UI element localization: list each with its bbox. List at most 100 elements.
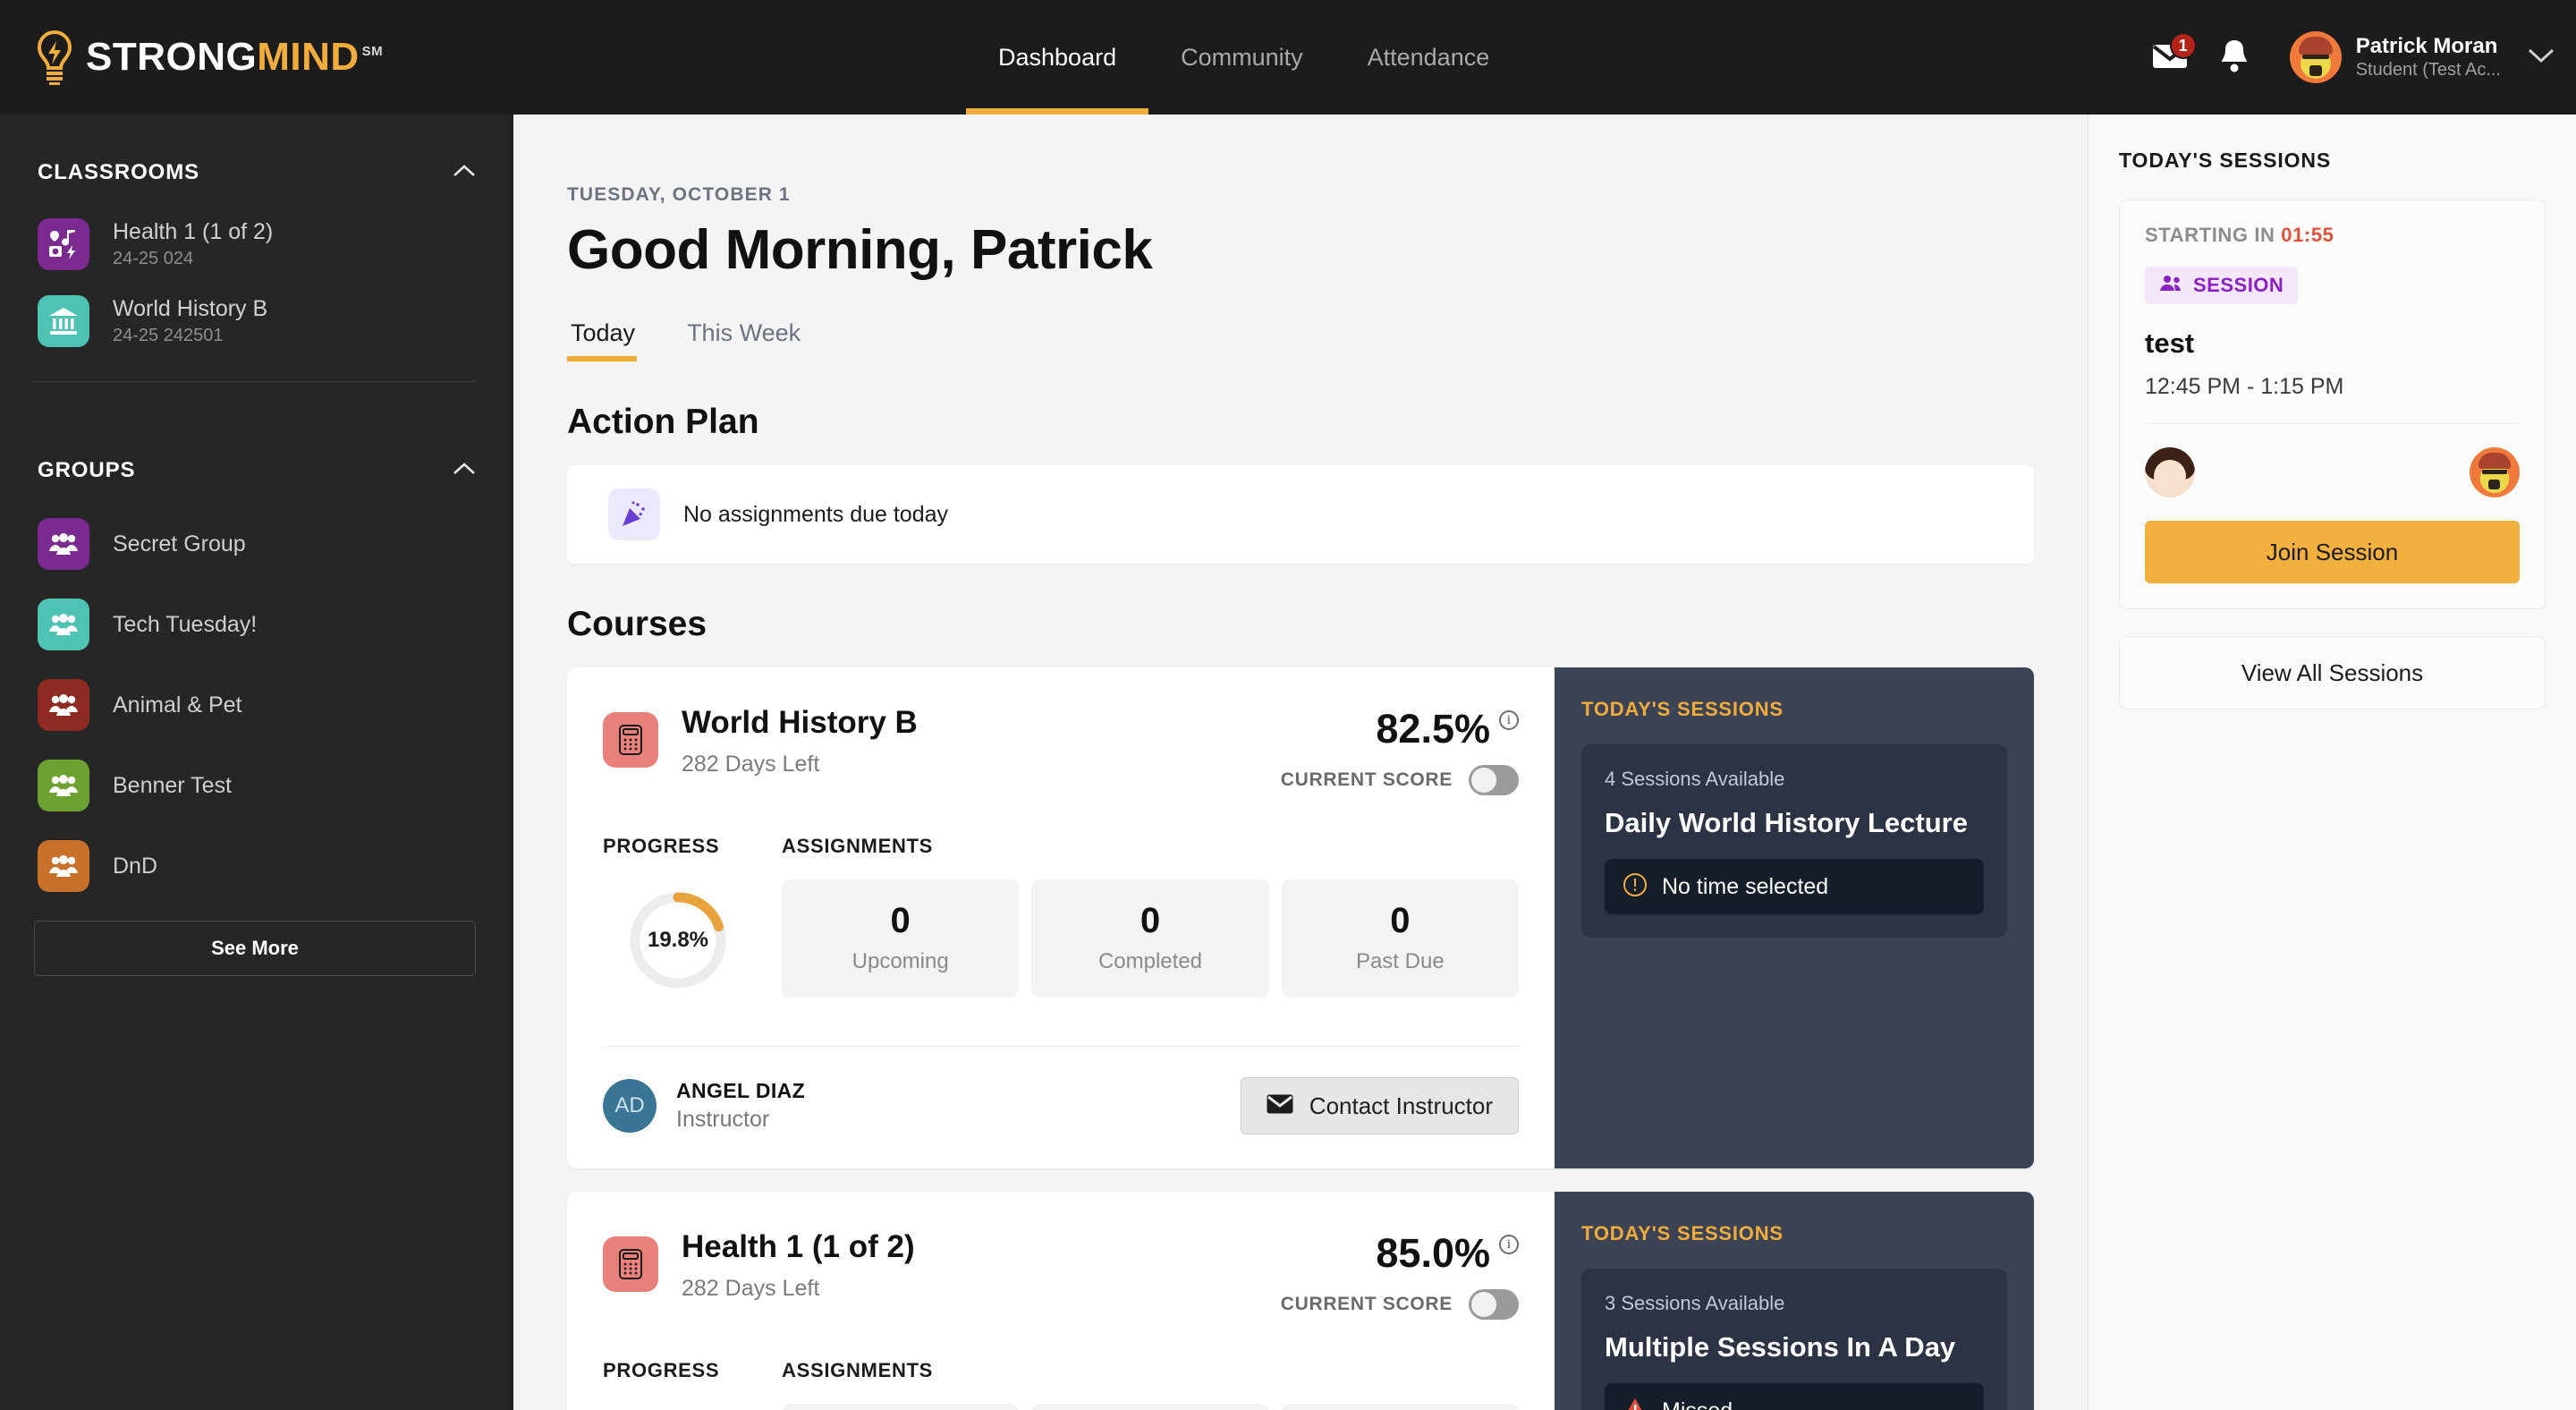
sidebar-item-benner-test-label: Benner Test (113, 772, 232, 798)
top-right-controls: 1 Patrick Moran Student (Test Ac... (2138, 0, 2555, 115)
avatar-orange-hair (2470, 447, 2520, 497)
sidebar-item-secret-group[interactable]: Secret Group (0, 504, 513, 584)
current-date: TUESDAY, OCTOBER 1 (567, 184, 791, 205)
assignments-label: ASSIGNMENTS (782, 835, 934, 857)
progress-percent: 19.8% (647, 928, 709, 952)
chevron-up-icon[interactable] (453, 462, 476, 480)
progress-column: PROGRESS 19.8% (603, 835, 782, 998)
session-status-text: Missed (1662, 1398, 1733, 1410)
user-role: Student (Test Ac... (2355, 60, 2501, 81)
assignments-past-due[interactable]: 0 Past Due (1281, 1404, 1519, 1410)
people-icon (38, 840, 89, 892)
party-popper-icon (608, 488, 660, 540)
brand-wordmark: STRONGMIND SM (86, 38, 383, 77)
assignments-past-due-label: Past Due (1355, 949, 1445, 973)
progress-ring: 19.8% (628, 890, 728, 990)
sidebar-item-health-1-code: 24-25 024 (113, 248, 194, 268)
nav-item-community[interactable]: Community (1148, 0, 1335, 115)
sidebar-item-animal-pet[interactable]: Animal & Pet (0, 665, 513, 745)
todays-sessions-label: TODAY'S SESSIONS (1581, 698, 1784, 720)
main-nav: Dashboard Community Attendance (966, 0, 1521, 115)
todays-sessions-panel: TODAY'S SESSIONS STARTING IN 01:55 SESSI… (2088, 115, 2576, 1410)
mail-badge: 1 (2169, 32, 2197, 59)
current-score-label: CURRENT SCORE (1280, 1294, 1453, 1314)
score-visibility-toggle[interactable] (1469, 1289, 1519, 1320)
chevron-up-icon[interactable] (453, 164, 476, 182)
contact-instructor-button[interactable]: Contact Instructor (1240, 1077, 1519, 1134)
sidebar-item-health-1-title: Health 1 (1 of 2) (113, 219, 274, 245)
brand-mind: MIND (257, 35, 360, 79)
info-icon[interactable]: i (1499, 710, 1519, 730)
action-plan-card: No assignments due today (567, 465, 2034, 564)
sidebar-item-health-1[interactable]: Health 1 (1 of 2) 24-25 024 (0, 206, 513, 283)
sidebar-item-animal-pet-label: Animal & Pet (113, 692, 242, 718)
session-summary-card[interactable]: 4 Sessions Available Daily World History… (1581, 744, 2007, 938)
courses-title: Courses (567, 605, 708, 643)
brand-strong: STRONG (86, 35, 258, 79)
course-days-left: 282 Days Left (682, 751, 820, 777)
sidebar-item-world-history-b-code: 24-25 242501 (113, 325, 224, 345)
score-visibility-toggle[interactable] (1469, 765, 1519, 795)
assignments-completed-count: 0 (1140, 901, 1161, 940)
top-navigation-bar: STRONGMIND SM Dashboard Community Attenda… (0, 0, 2576, 115)
page-title: Good Morning, Patrick (567, 219, 1153, 281)
session-summary-card[interactable]: 3 Sessions Available Multiple Sessions I… (1581, 1269, 2007, 1410)
status-badge: SESSION (2145, 267, 2299, 304)
starting-in-time: 01:55 (2281, 224, 2334, 246)
course-metrics: PROGRESS 12.0% ASSIGNMENTS 0 U (603, 1359, 1519, 1410)
user-menu[interactable]: Patrick Moran Student (Test Ac... (2289, 31, 2555, 83)
chevron-down-icon[interactable] (2528, 47, 2555, 68)
assignments-upcoming[interactable]: 0 Upcoming (782, 879, 1020, 998)
progress-column: PROGRESS 12.0% (603, 1359, 782, 1410)
people-icon (38, 599, 89, 650)
sidebar: CLASSROOMS Health 1 (1 of 2) 24-25 024 W… (0, 115, 513, 1410)
warning-circle-icon (1623, 872, 1648, 902)
sidebar-item-dnd[interactable]: DnD (0, 826, 513, 906)
instructor-role: Instructor (676, 1106, 770, 1132)
sidebar-section-groups-header[interactable]: GROUPS (0, 437, 513, 504)
calculator-icon (603, 712, 658, 768)
people-icon (38, 679, 89, 731)
tab-today[interactable]: Today (567, 319, 660, 361)
nav-item-attendance[interactable]: Attendance (1335, 0, 1522, 115)
see-more-button[interactable]: See More (34, 921, 476, 976)
avatar (2289, 31, 2342, 83)
mail-button[interactable]: 1 (2138, 25, 2202, 89)
sidebar-item-tech-tuesday[interactable]: Tech Tuesday! (0, 584, 513, 665)
course-score-block: 85.0% i CURRENT SCORE (1281, 1227, 1519, 1320)
current-score-label: CURRENT SCORE (1280, 769, 1453, 790)
session-name: Daily World History Lecture (1605, 807, 1968, 838)
session-attendees (2145, 423, 2520, 497)
notifications-button[interactable] (2202, 25, 2267, 89)
tab-this-week[interactable]: This Week (683, 319, 826, 361)
view-all-sessions-button[interactable]: View All Sessions (2119, 636, 2546, 709)
course-score-block: 82.5% i CURRENT SCORE (1281, 703, 1519, 795)
nav-item-dashboard[interactable]: Dashboard (966, 0, 1149, 115)
action-plan-message: No assignments due today (683, 501, 949, 527)
assignments-past-due[interactable]: 0 Past Due (1281, 879, 1519, 998)
sidebar-item-world-history-b[interactable]: World History B 24-25 242501 (0, 283, 513, 360)
sessions-available: 3 Sessions Available (1605, 1292, 1785, 1314)
course-sessions-panel: TODAY'S SESSIONS 3 Sessions Available Mu… (1555, 1192, 2034, 1410)
todays-sessions-panel-title: TODAY'S SESSIONS (2119, 149, 2332, 172)
instructor-name: ANGEL DIAZ (676, 1078, 806, 1102)
people-icon (38, 518, 89, 570)
health-media-icon (38, 218, 89, 270)
action-plan-title: Action Plan (567, 403, 759, 441)
assignments-completed[interactable]: 0 Completed (1031, 879, 1269, 998)
assignments-completed[interactable]: 0 Completed (1031, 1404, 1269, 1410)
session-status: Missed (1605, 1383, 1984, 1410)
course-metrics: PROGRESS 19.8% ASSIGNMENTS 0 Upcoming 0 … (603, 835, 1519, 998)
sidebar-section-classrooms-header[interactable]: CLASSROOMS (0, 140, 513, 206)
sidebar-item-benner-test[interactable]: Benner Test (0, 745, 513, 826)
info-icon[interactable]: i (1499, 1235, 1519, 1254)
assignments-past-due-count: 0 (1390, 901, 1411, 940)
session-title: test (2145, 327, 2195, 359)
course-name[interactable]: Health 1 (1 of 2) (682, 1227, 915, 1267)
brand-logo[interactable]: STRONGMIND SM (34, 30, 383, 85)
sidebar-item-dnd-label: DnD (113, 853, 158, 879)
join-session-button[interactable]: Join Session (2145, 521, 2520, 583)
course-name[interactable]: World History B (682, 703, 918, 743)
progress-label: PROGRESS (603, 835, 720, 857)
assignments-upcoming[interactable]: 0 Upcoming (782, 1404, 1020, 1410)
